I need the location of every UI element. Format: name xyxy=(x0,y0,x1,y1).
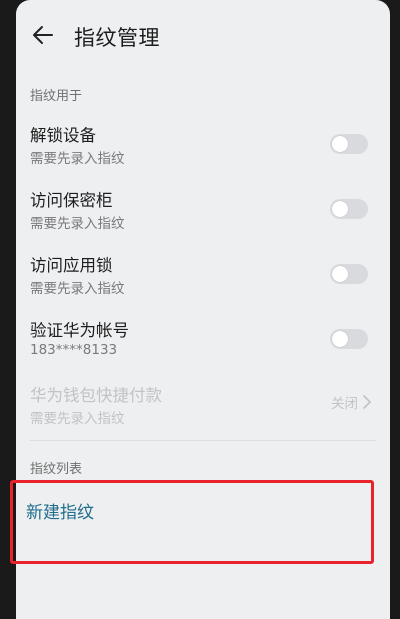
arrow-left-icon xyxy=(30,22,56,48)
setting-row-huawei-account[interactable]: 验证华为帐号 183****8133 xyxy=(16,313,390,369)
new-fingerprint-button[interactable]: 新建指纹 xyxy=(26,498,94,523)
setting-title: 华为钱包快捷付款 xyxy=(30,386,162,405)
setting-title: 访问应用锁 xyxy=(30,256,113,275)
setting-row-wallet-payment: 华为钱包快捷付款 需要先录入指纹 关闭 xyxy=(16,378,390,434)
huawei-account-toggle[interactable] xyxy=(330,329,368,349)
section-header-fingerprint-list: 指纹列表 xyxy=(30,462,83,477)
chevron-right-icon xyxy=(362,395,372,409)
app-bar: 指纹管理 xyxy=(16,0,390,74)
setting-title: 验证华为帐号 xyxy=(30,321,129,340)
setting-row-unlock-device[interactable]: 解锁设备 需要先录入指纹 xyxy=(16,118,390,174)
back-button[interactable] xyxy=(30,22,56,48)
fingerprint-settings-screen: 指纹管理 指纹用于 解锁设备 需要先录入指纹 访问保密柜 需要先录入指纹 访问应… xyxy=(16,0,390,619)
toggle-knob xyxy=(332,136,348,152)
toggle-knob xyxy=(332,266,348,282)
setting-subtitle: 需要先录入指纹 xyxy=(30,411,125,427)
wallet-value-area: 关闭 xyxy=(331,392,372,412)
setting-title: 访问保密柜 xyxy=(30,191,113,210)
safe-access-toggle[interactable] xyxy=(330,199,368,219)
toggle-knob xyxy=(332,201,348,217)
page-title: 指纹管理 xyxy=(74,26,160,50)
wallet-status-value: 关闭 xyxy=(331,396,358,412)
unlock-device-toggle[interactable] xyxy=(330,134,368,154)
setting-title: 解锁设备 xyxy=(30,126,96,145)
setting-row-app-lock[interactable]: 访问应用锁 需要先录入指纹 xyxy=(16,248,390,304)
setting-subtitle: 183****8133 xyxy=(30,342,118,358)
setting-subtitle: 需要先录入指纹 xyxy=(30,151,125,167)
section-header-usage: 指纹用于 xyxy=(30,89,83,104)
section-divider xyxy=(30,440,376,441)
toggle-knob xyxy=(332,331,348,347)
setting-subtitle: 需要先录入指纹 xyxy=(30,216,125,232)
setting-row-safe-access[interactable]: 访问保密柜 需要先录入指纹 xyxy=(16,183,390,239)
app-lock-toggle[interactable] xyxy=(330,264,368,284)
setting-subtitle: 需要先录入指纹 xyxy=(30,281,125,297)
new-fingerprint-row[interactable]: 新建指纹 xyxy=(16,488,390,540)
